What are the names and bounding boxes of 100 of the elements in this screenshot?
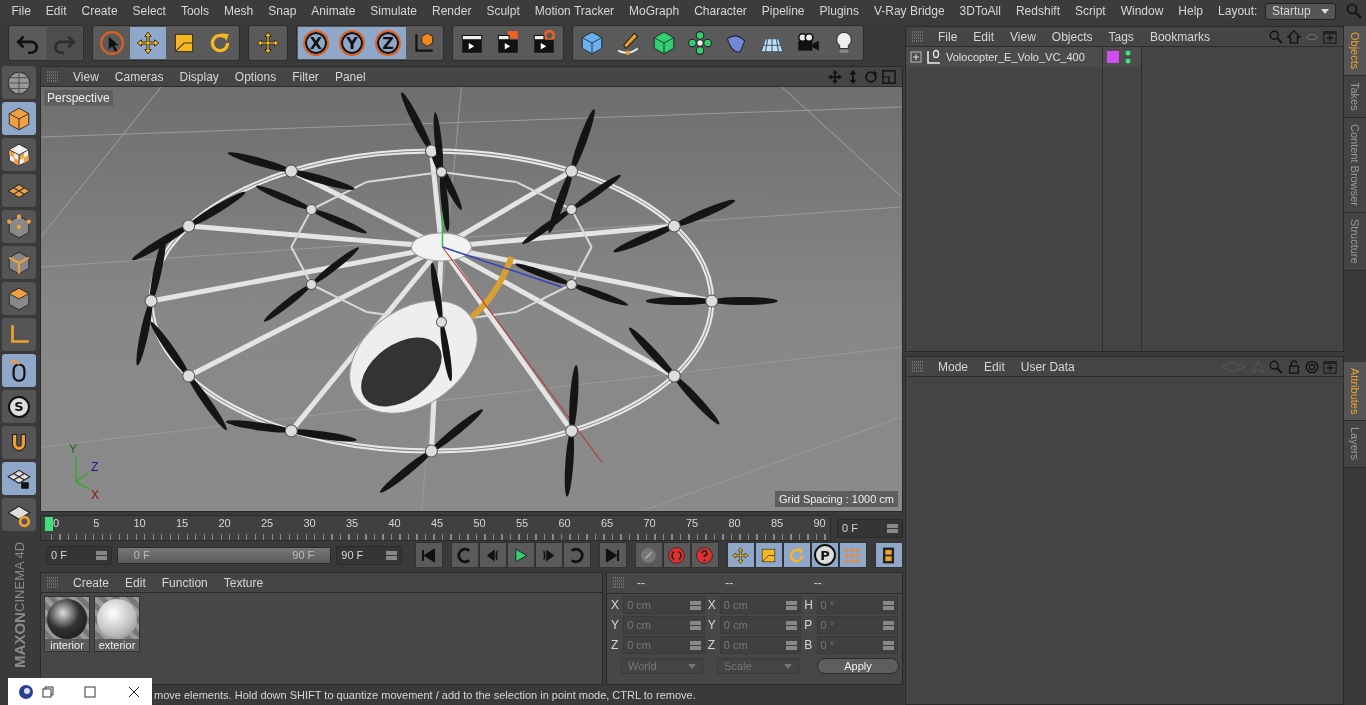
menu-item[interactable]: Bookmarks xyxy=(1141,29,1218,44)
end-frame-field[interactable]: 90 F xyxy=(336,545,402,565)
axis-lock-button[interactable]: Y xyxy=(334,27,370,59)
playback-button[interactable] xyxy=(635,542,663,568)
playback-button[interactable] xyxy=(727,542,755,568)
menu-item[interactable]: MoGraph xyxy=(621,4,687,18)
mode-button[interactable] xyxy=(2,462,36,495)
toolbar-button[interactable] xyxy=(130,27,166,59)
menu-item[interactable]: Objects xyxy=(1043,29,1101,44)
frame-number: 45 xyxy=(431,516,444,530)
menu-item[interactable]: Snap xyxy=(260,4,304,18)
frame-number: 90 xyxy=(813,516,826,530)
menu-item[interactable]: Panel xyxy=(326,69,374,84)
menu-item[interactable]: File xyxy=(4,4,39,18)
cube-edges-icon xyxy=(6,249,32,276)
side-tab[interactable]: Attributes xyxy=(1344,362,1366,422)
close-icon[interactable] xyxy=(128,685,140,698)
toolbar-button[interactable] xyxy=(826,27,862,59)
menu-item[interactable]: Mesh xyxy=(216,4,261,18)
menu-item[interactable]: Plugins xyxy=(812,4,867,18)
menu-item[interactable]: Create xyxy=(65,575,118,590)
menu-item[interactable]: Create xyxy=(74,4,126,18)
maximize-icon[interactable] xyxy=(84,685,96,698)
playback-button[interactable] xyxy=(663,542,691,568)
menu-item[interactable]: Edit xyxy=(976,359,1013,374)
toolbar-button[interactable] xyxy=(406,27,442,59)
restore-icon[interactable] xyxy=(42,685,54,698)
menu-item[interactable]: Script xyxy=(1067,4,1114,18)
side-tab[interactable]: Layers xyxy=(1344,421,1366,468)
menu-item[interactable]: Function xyxy=(153,575,216,590)
side-tab[interactable]: Structure xyxy=(1344,213,1366,271)
menu-item[interactable]: Cameras xyxy=(106,69,172,84)
menu-item[interactable]: Animate xyxy=(303,4,363,18)
menu-item[interactable]: Select xyxy=(125,4,174,18)
menu-item[interactable]: Display xyxy=(171,69,227,84)
side-tab[interactable]: Takes xyxy=(1344,76,1366,119)
minimized-window-bar[interactable] xyxy=(8,678,152,705)
menu-item[interactable]: Texture xyxy=(215,575,272,590)
menu-item[interactable]: Pipeline xyxy=(754,4,813,18)
record-icon xyxy=(667,545,687,565)
viewport-canvas[interactable]: Perspective Y Z X Grid Spacing : 1000 cm xyxy=(41,87,902,511)
menu-item[interactable]: Motion Tracker xyxy=(527,4,622,18)
visibility-dots-icon[interactable] xyxy=(1125,50,1131,64)
timeline-ruler[interactable]: 0 5 10 15 20 25 30 35 40 45 50 55 60 65 70 75 80 85 90 xyxy=(40,515,831,541)
caret-icon xyxy=(784,663,792,669)
mode-button[interactable] xyxy=(2,498,36,531)
menu-item[interactable]: Render xyxy=(424,4,479,18)
menu-item[interactable]: Simulate xyxy=(362,4,425,18)
menu-item[interactable]: Help xyxy=(1170,4,1211,18)
mode-button[interactable] xyxy=(2,138,36,171)
caret-icon xyxy=(688,663,696,669)
material-name: interior xyxy=(45,639,89,651)
snap-button[interactable]: S xyxy=(2,390,36,423)
playback-button[interactable] xyxy=(839,542,867,568)
toolbar-button[interactable] xyxy=(166,27,202,59)
menu-item[interactable]: V-Ray Bridge xyxy=(866,4,953,18)
product-name: CINEMA 4D xyxy=(11,542,27,613)
menu-item[interactable]: Sculpt xyxy=(478,4,528,18)
expand-icon[interactable] xyxy=(910,51,922,63)
mode-button[interactable] xyxy=(2,354,36,387)
playback-button[interactable] xyxy=(507,542,535,568)
menu-item[interactable]: 3DToAll xyxy=(952,4,1009,18)
menu-item[interactable]: View xyxy=(65,69,107,84)
layout-dropdown[interactable]: Startup xyxy=(1264,2,1336,20)
menu-item[interactable]: View xyxy=(1002,29,1044,44)
mode-button[interactable] xyxy=(2,174,36,207)
start-frame-field[interactable]: 0 F xyxy=(46,545,112,565)
axis-label: Z xyxy=(91,460,99,474)
menu-item[interactable]: Window xyxy=(1113,4,1171,18)
parameter-key-button[interactable]: P xyxy=(811,542,839,568)
move-arrows-icon xyxy=(731,545,751,565)
grip-icon xyxy=(912,360,924,373)
toolbar-button[interactable] xyxy=(526,27,562,59)
menu-item[interactable]: Edit xyxy=(965,29,1003,44)
menu-item[interactable]: Options xyxy=(226,69,285,84)
menu-item[interactable]: Redshift xyxy=(1008,4,1068,18)
frame-number: 65 xyxy=(601,516,614,530)
menu-item[interactable]: Filter xyxy=(284,69,327,84)
axis-lock-button[interactable]: X xyxy=(298,27,334,59)
menu-item[interactable]: File xyxy=(930,29,966,44)
menu-item[interactable]: Tools xyxy=(173,4,217,18)
menu-item[interactable]: Tags xyxy=(1100,29,1142,44)
menu-item[interactable]: Mode xyxy=(930,359,977,374)
menu-item[interactable]: Edit xyxy=(117,575,154,590)
toolbar-button[interactable] xyxy=(454,27,490,59)
object-row[interactable]: Volocopter_E_Volo_VC_400 xyxy=(906,47,1102,67)
material-swatch[interactable]: interior xyxy=(44,596,90,652)
playback-button[interactable] xyxy=(783,542,811,568)
playback-button[interactable] xyxy=(691,542,719,568)
menu-item[interactable]: Character xyxy=(686,4,755,18)
current-frame-field[interactable]: 0 F xyxy=(837,518,903,538)
axis-lock-button[interactable]: Z xyxy=(370,27,406,59)
mode-button[interactable] xyxy=(2,426,36,459)
playback-button[interactable] xyxy=(755,542,783,568)
side-tab[interactable]: Content Browser xyxy=(1344,118,1366,213)
menu-item[interactable]: User Data xyxy=(1012,359,1083,374)
side-tab[interactable]: Objects xyxy=(1344,26,1366,77)
material-swatch[interactable]: exterior xyxy=(94,596,140,652)
playback-button[interactable] xyxy=(875,542,903,568)
menu-item[interactable]: Edit xyxy=(38,4,75,18)
